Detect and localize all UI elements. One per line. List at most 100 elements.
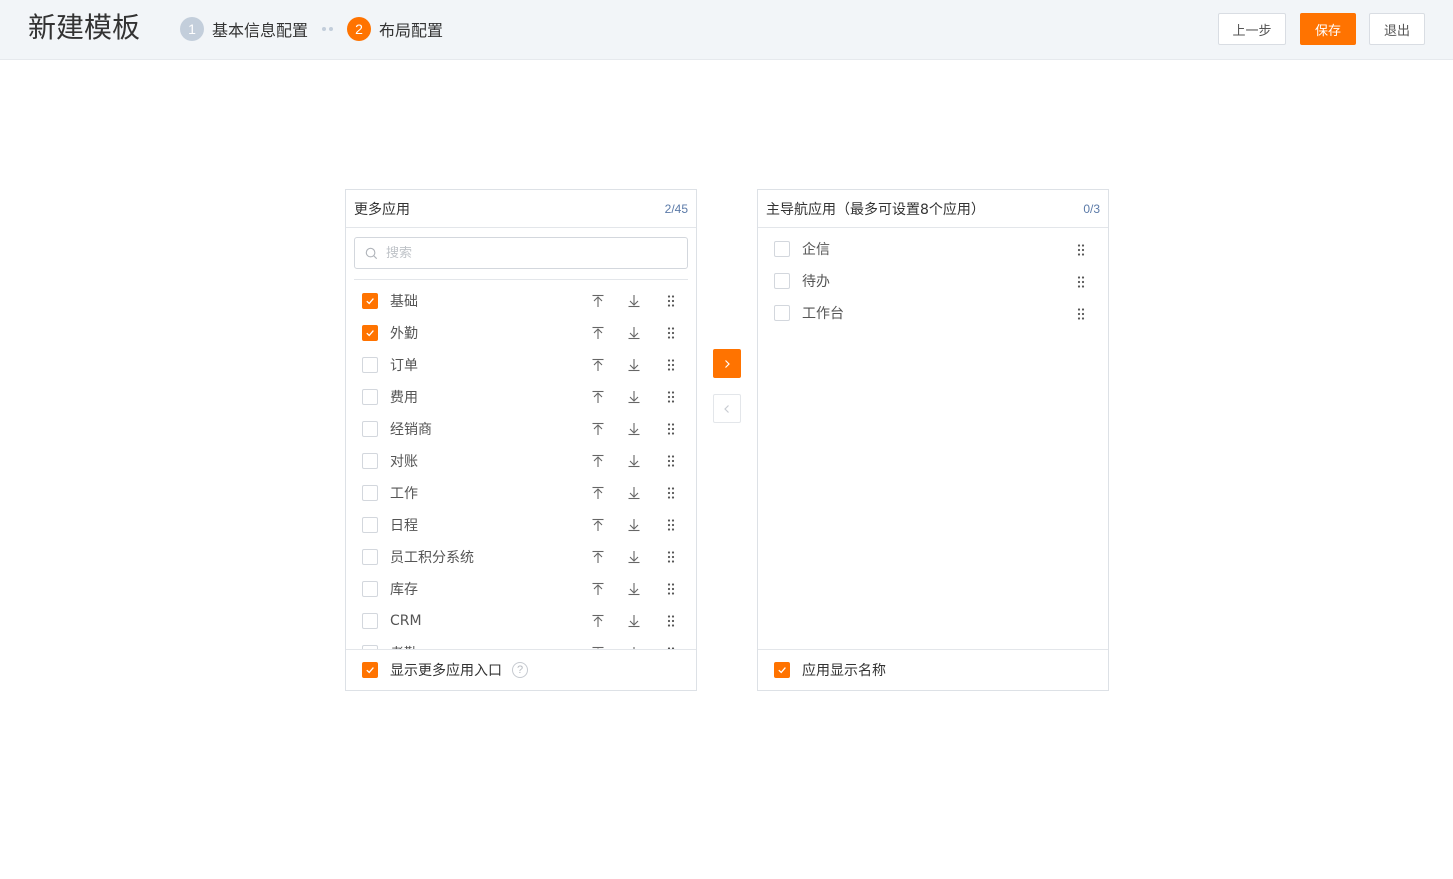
transfer-left-button[interactable] xyxy=(713,394,741,423)
save-button[interactable]: 保存 xyxy=(1300,13,1356,45)
app-checkbox[interactable] xyxy=(362,581,378,597)
drag-handle-icon[interactable] xyxy=(664,486,678,500)
app-list-item[interactable]: 经销商 xyxy=(346,413,696,445)
app-checkbox[interactable] xyxy=(362,485,378,501)
step-label: 基本信息配置 xyxy=(212,20,309,40)
app-label: CRM xyxy=(390,613,422,629)
app-checkbox[interactable] xyxy=(774,305,790,321)
show-app-name-checkbox[interactable] xyxy=(774,662,790,678)
move-to-bottom-icon[interactable] xyxy=(627,326,641,340)
app-list-item[interactable]: 外勤 xyxy=(346,317,696,349)
item-actions xyxy=(591,541,678,573)
app-checkbox[interactable] xyxy=(362,389,378,405)
app-checkbox[interactable] xyxy=(362,357,378,373)
app-list-item[interactable]: 考勤 xyxy=(346,637,696,649)
nav-app-item[interactable]: 待办 xyxy=(758,265,1108,297)
app-checkbox[interactable] xyxy=(362,613,378,629)
selection-count: 0/3 xyxy=(1083,201,1100,216)
help-icon[interactable]: ? xyxy=(512,662,528,678)
drag-handle-icon[interactable] xyxy=(1074,243,1088,257)
app-checkbox[interactable] xyxy=(362,453,378,469)
nav-app-item[interactable]: 企信 xyxy=(758,233,1108,265)
move-to-bottom-icon[interactable] xyxy=(627,582,641,596)
app-list-item[interactable]: 对账 xyxy=(346,445,696,477)
drag-handle-icon[interactable] xyxy=(1074,307,1088,321)
drag-handle-icon[interactable] xyxy=(664,390,678,404)
drag-handle-icon[interactable] xyxy=(664,326,678,340)
app-checkbox[interactable] xyxy=(362,421,378,437)
move-to-top-icon[interactable] xyxy=(591,422,605,436)
move-to-top-icon[interactable] xyxy=(591,390,605,404)
drag-handle-icon[interactable] xyxy=(664,454,678,468)
search-box[interactable] xyxy=(354,237,688,269)
app-list-item[interactable]: 库存 xyxy=(346,573,696,605)
move-to-top-icon[interactable] xyxy=(591,550,605,564)
step-separator xyxy=(322,26,334,31)
item-actions xyxy=(591,637,678,649)
nav-app-item[interactable]: 工作台 xyxy=(758,297,1108,329)
move-to-top-icon[interactable] xyxy=(591,454,605,468)
app-label: 工作台 xyxy=(802,306,844,322)
move-to-top-icon[interactable] xyxy=(591,486,605,500)
item-actions xyxy=(591,573,678,605)
exit-button[interactable]: 退出 xyxy=(1369,13,1425,45)
app-label: 库存 xyxy=(390,582,418,598)
more-apps-panel: 更多应用 2/45 基础外勤订单费用经销商对账工作日程员工积分系统库存 CRM 考勤… xyxy=(345,189,697,691)
app-list-item[interactable]: 工作 xyxy=(346,477,696,509)
app-list-item[interactable]: 员工积分系统 xyxy=(346,541,696,573)
move-to-top-icon[interactable] xyxy=(591,614,605,628)
move-to-bottom-icon[interactable] xyxy=(627,518,641,532)
move-to-bottom-icon[interactable] xyxy=(627,422,641,436)
step-basic-info[interactable]: 1 基本信息配置 xyxy=(180,16,309,41)
drag-handle-icon[interactable] xyxy=(664,358,678,372)
app-list-item[interactable]: 费用 xyxy=(346,381,696,413)
chevron-right-icon xyxy=(725,359,730,368)
app-checkbox[interactable] xyxy=(362,517,378,533)
move-to-bottom-icon[interactable] xyxy=(627,294,641,308)
drag-handle-icon[interactable] xyxy=(664,422,678,436)
move-to-bottom-icon[interactable] xyxy=(627,358,641,372)
app-checkbox[interactable] xyxy=(774,273,790,289)
move-to-top-icon[interactable] xyxy=(591,326,605,340)
app-list-item[interactable]: CRM xyxy=(346,605,696,637)
app-checkbox[interactable] xyxy=(774,241,790,257)
move-to-bottom-icon[interactable] xyxy=(627,486,641,500)
prev-step-button[interactable]: 上一步 xyxy=(1218,13,1286,45)
app-list-item[interactable]: 订单 xyxy=(346,349,696,381)
move-to-top-icon[interactable] xyxy=(591,582,605,596)
move-to-bottom-icon[interactable] xyxy=(627,550,641,564)
app-label: 费用 xyxy=(390,390,418,406)
app-checkbox[interactable] xyxy=(362,549,378,565)
drag-handle-icon[interactable] xyxy=(664,582,678,596)
step-label: 布局配置 xyxy=(379,20,444,40)
drag-handle-icon[interactable] xyxy=(664,294,678,308)
drag-handle-icon[interactable] xyxy=(1074,275,1088,289)
move-to-top-icon[interactable] xyxy=(591,358,605,372)
move-to-top-icon[interactable] xyxy=(591,518,605,532)
item-actions xyxy=(591,285,678,317)
search-input[interactable] xyxy=(386,245,676,261)
move-to-bottom-icon[interactable] xyxy=(627,614,641,628)
app-checkbox[interactable] xyxy=(362,325,378,341)
move-to-bottom-icon[interactable] xyxy=(627,390,641,404)
page-title: 新建模板 xyxy=(28,11,141,44)
app-label: 外勤 xyxy=(390,326,418,342)
app-checkbox[interactable] xyxy=(362,293,378,309)
app-list[interactable]: 基础外勤订单费用经销商对账工作日程员工积分系统库存 CRM 考勤 xyxy=(346,285,696,649)
step-layout[interactable]: 2 布局配置 xyxy=(347,16,444,41)
nav-app-list[interactable]: 企信 待办工作台 xyxy=(758,233,1108,329)
drag-handle-icon[interactable] xyxy=(664,614,678,628)
drag-handle-icon[interactable] xyxy=(664,550,678,564)
app-list-item[interactable]: 日程 xyxy=(346,509,696,541)
step-number: 1 xyxy=(180,16,204,41)
app-list-item[interactable]: 基础 xyxy=(346,285,696,317)
show-more-entry-checkbox[interactable] xyxy=(362,662,378,678)
item-actions xyxy=(591,413,678,445)
move-to-top-icon[interactable] xyxy=(591,294,605,308)
panel-header: 主导航应用（最多可设置8个应用） 0/3 xyxy=(758,190,1108,228)
check-icon xyxy=(366,330,374,337)
page-header: 新建模板 1 基本信息配置 2 布局配置 上一步 保存 退出 xyxy=(0,0,1453,60)
transfer-right-button[interactable] xyxy=(713,349,741,378)
drag-handle-icon[interactable] xyxy=(664,518,678,532)
move-to-bottom-icon[interactable] xyxy=(627,454,641,468)
